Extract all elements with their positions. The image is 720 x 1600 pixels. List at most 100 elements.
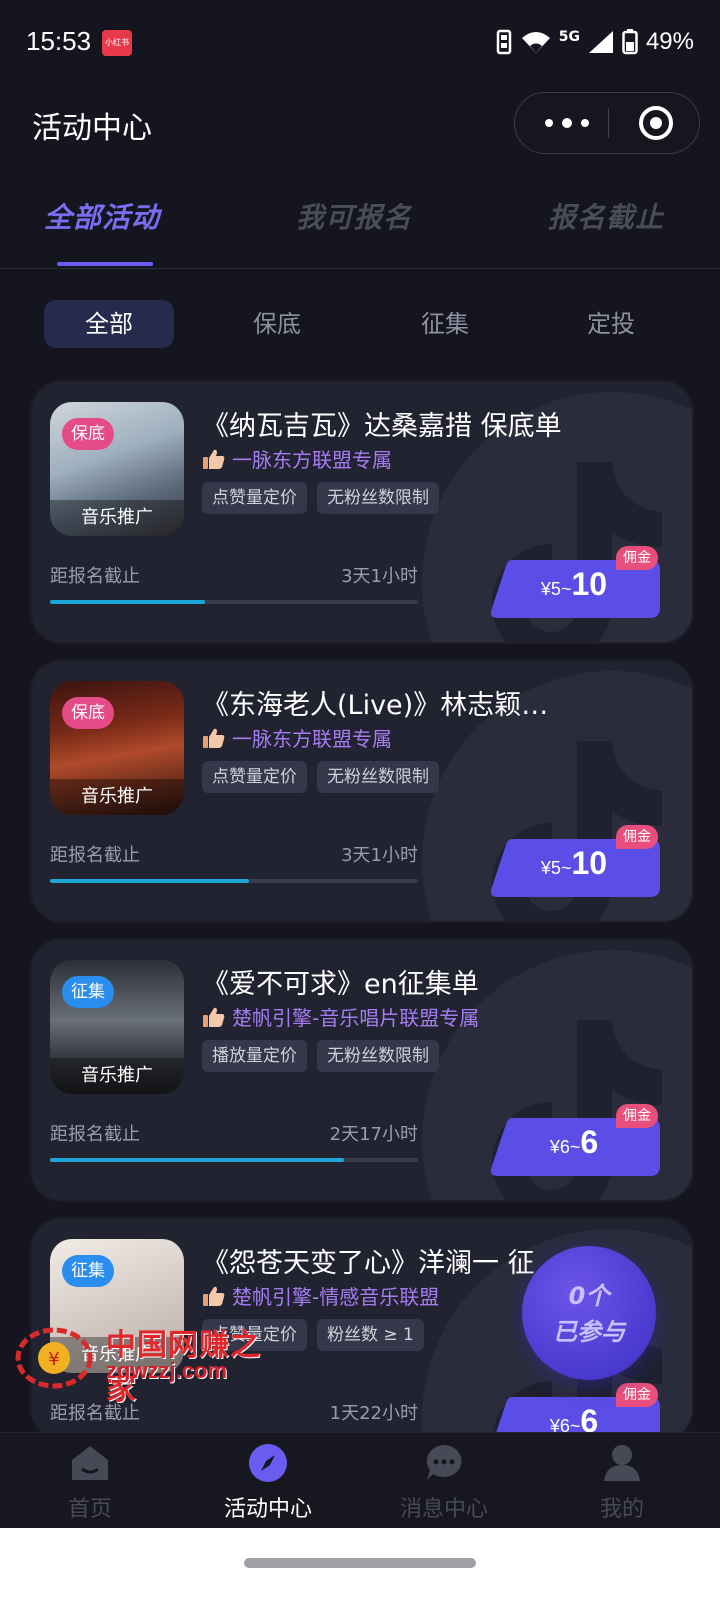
battery-percent: 49% (645, 28, 694, 55)
activity-type-tag: 保底 (62, 697, 114, 729)
nav-home[interactable]: 首页 (0, 1433, 180, 1529)
commission-badge: 佣金 (616, 825, 658, 849)
requirement-tag: 无粉丝数限制 (317, 482, 439, 514)
pricing-tag: 播放量定价 (202, 1040, 307, 1072)
watermark-url: zgwzzj.com (106, 1358, 228, 1383)
joined-label: 已参与 (553, 1318, 625, 1346)
pricing-tag: 点赞量定价 (202, 482, 307, 514)
price-max: 10 (571, 566, 608, 602)
page-title: 活动中心 (32, 111, 152, 146)
joined-count-button[interactable]: 0个 已参与 (522, 1246, 656, 1380)
price-max: 10 (571, 845, 608, 881)
activity-type-tag: 征集 (62, 1255, 114, 1287)
deadline-label: 距报名截止 (50, 566, 140, 587)
deadline-progress (50, 1158, 418, 1162)
price-min: ¥5~ (540, 858, 572, 878)
deadline-progress (50, 879, 418, 883)
user-icon (604, 1445, 640, 1481)
app-notification-badge: 小红书 (102, 30, 132, 56)
signal-icon (588, 31, 613, 53)
svg-text:¥: ¥ (48, 1349, 59, 1370)
joined-count: 0个 (568, 1282, 610, 1310)
price-min: ¥5~ (540, 579, 572, 599)
compass-icon (249, 1444, 287, 1482)
alliance-row: 一脉东方联盟专属 (202, 444, 392, 473)
main-tabs: 全部活动 我可报名 报名截止 (0, 196, 720, 269)
alliance-label: 楚帆引擎-音乐唱片联盟专属 (232, 1006, 480, 1030)
activity-title: 《怨苍天变了心》洋澜一 征 (202, 1248, 535, 1279)
commission-badge: 佣金 (616, 546, 658, 570)
status-time: 15:53 (26, 26, 92, 56)
deadline-progress (50, 600, 418, 604)
network-label: 5G (558, 29, 580, 45)
nav-activity-center-label: 活动中心 (223, 1497, 312, 1522)
nav-profile-label: 我的 (599, 1497, 644, 1522)
cover-image: 保底 音乐推广 (50, 681, 184, 815)
filter-collect[interactable]: 征集 (380, 300, 510, 348)
cover-image: 征集 音乐推广 (50, 960, 184, 1094)
nav-messages-label: 消息中心 (399, 1497, 488, 1522)
tab-all-activities[interactable]: 全部活动 (44, 196, 160, 236)
vibrate-icon (496, 29, 511, 55)
battery-icon (622, 29, 638, 55)
pricing-tags: 点赞量定价 无粉丝数限制 (202, 482, 439, 514)
activity-type-tag: 保底 (62, 418, 114, 450)
filter-guaranteed[interactable]: 保底 (212, 300, 342, 348)
close-miniapp-icon[interactable] (639, 106, 673, 140)
deadline-value: 2天17小时 (329, 1124, 418, 1145)
requirement-tag: 无粉丝数限制 (317, 761, 439, 793)
system-nav-area (0, 1528, 720, 1600)
requirement-tag: 无粉丝数限制 (317, 1040, 439, 1072)
cover-label: 音乐推广 (50, 1058, 184, 1094)
activity-card-3[interactable]: 征集 音乐推广 《爱不可求》en征集单 楚帆引擎-音乐唱片联盟专属 播放量定价 … (32, 940, 692, 1200)
activity-card-1[interactable]: 保底 音乐推广 《纳瓦吉瓦》达桑嘉措 保底单 一脉东方联盟专属 点赞量定价 无粉… (32, 382, 692, 642)
cover-label: 音乐推广 (50, 779, 184, 815)
cover-label: 音乐推广 (50, 500, 184, 536)
deadline-value: 3天1小时 (341, 566, 418, 587)
dragon-logo-icon: ¥ (15, 1327, 93, 1389)
pricing-tag: 点赞量定价 (202, 761, 307, 793)
home-icon (72, 1446, 108, 1480)
deadline-label: 距报名截止 (50, 1124, 140, 1145)
activity-type-tag: 征集 (62, 976, 114, 1008)
thumbs-up-icon (203, 1286, 225, 1306)
bottom-nav: 首页 活动中心 消息中心 我的 (0, 1432, 720, 1529)
requirement-tag: 粉丝数 ≥ 1 (317, 1319, 424, 1351)
alliance-label: 一脉东方联盟专属 (232, 448, 392, 472)
deadline-value: 1天22小时 (329, 1403, 418, 1424)
pricing-tags: 点赞量定价 无粉丝数限制 (202, 761, 439, 793)
activity-card-2[interactable]: 保底 音乐推广 《东海老人(Live)》林志颖… 一脉东方联盟专属 点赞量定价 … (32, 661, 692, 921)
nav-messages[interactable]: 消息中心 (354, 1433, 534, 1529)
deadline-value: 3天1小时 (341, 845, 418, 866)
miniapp-capsule (514, 92, 700, 154)
wifi-icon (521, 32, 550, 53)
chat-icon (426, 1445, 462, 1480)
commission-badge: 佣金 (616, 1104, 658, 1128)
thumbs-up-icon (203, 1007, 225, 1027)
status-icons: 5G 49% (495, 28, 694, 56)
alliance-row: 一脉东方联盟专属 (202, 723, 392, 752)
more-icon[interactable] (545, 112, 597, 134)
alliance-label: 楚帆引擎-情感音乐联盟 (232, 1285, 440, 1309)
nav-activity-center[interactable]: 活动中心 (178, 1433, 358, 1529)
activity-title: 《东海老人(Live)》林志颖… (202, 690, 549, 721)
nav-profile[interactable]: 我的 (532, 1433, 712, 1529)
price-min: ¥6~ (549, 1137, 581, 1157)
price-max: 6 (580, 1124, 599, 1160)
site-watermark: ¥ 中国网赚之家 zgwzzj.com (14, 1320, 264, 1407)
filter-all[interactable]: 全部 (44, 300, 174, 348)
pricing-tags: 播放量定价 无粉丝数限制 (202, 1040, 439, 1072)
status-bar: 15:53 小红书 5G 49% (0, 0, 720, 88)
tab-registration-closed[interactable]: 报名截止 (548, 196, 664, 236)
alliance-label: 一脉东方联盟专属 (232, 727, 392, 751)
thumbs-up-icon (203, 728, 225, 748)
capsule-divider (608, 108, 609, 138)
alliance-row: 楚帆引擎-情感音乐联盟 (202, 1281, 439, 1310)
commission-badge: 佣金 (616, 1383, 658, 1407)
tab-can-register[interactable]: 我可报名 (296, 196, 412, 236)
thumbs-up-icon (203, 449, 225, 469)
home-indicator[interactable] (244, 1558, 476, 1568)
filter-targeted[interactable]: 定投 (546, 300, 676, 348)
alliance-row: 楚帆引擎-音乐唱片联盟专属 (202, 1002, 479, 1031)
tab-underline (57, 262, 153, 266)
